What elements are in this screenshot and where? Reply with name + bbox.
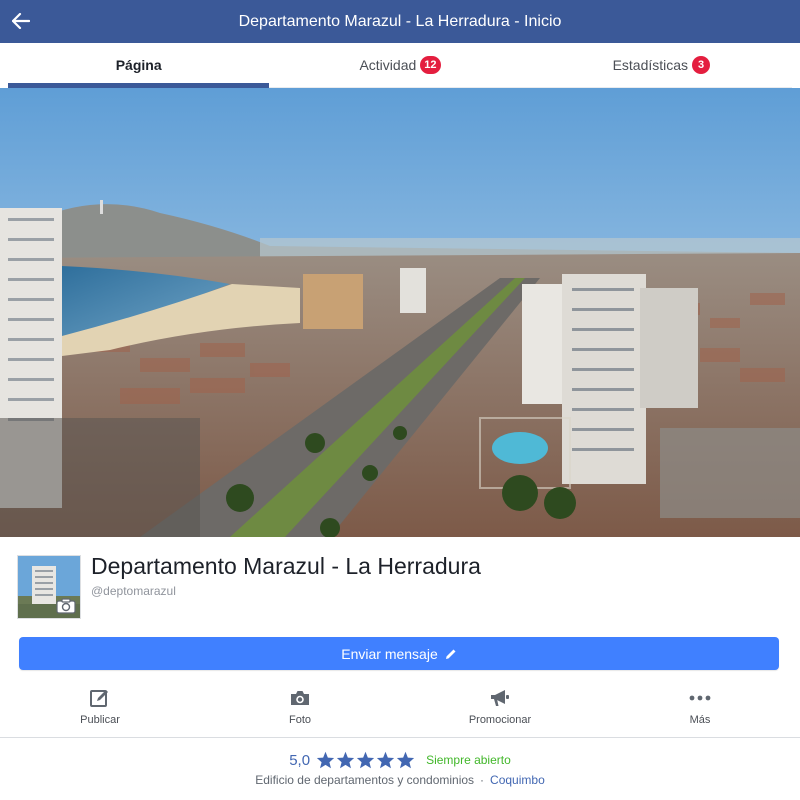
camera-icon: [291, 691, 309, 705]
publish-label: Publicar: [80, 714, 120, 726]
page-username[interactable]: @deptomarazul: [91, 584, 176, 598]
action-bar: Publicar Foto Promocionar Más: [0, 684, 800, 736]
publish-button[interactable]: Publicar: [0, 684, 200, 736]
tab-pagina[interactable]: Página: [8, 43, 270, 88]
top-bar: Departamento Marazul - La Herradura - In…: [0, 0, 800, 43]
tab-actividad[interactable]: Actividad 12: [269, 43, 530, 87]
promote-button[interactable]: Promocionar: [400, 684, 600, 736]
more-button[interactable]: Más: [600, 684, 800, 736]
star-icon: [396, 751, 415, 769]
separator: ·: [480, 773, 485, 787]
tab-label: Página: [115, 57, 162, 73]
open-status: Siempre abierto: [426, 753, 511, 767]
star-icon: [336, 751, 355, 769]
back-button[interactable]: [8, 8, 34, 34]
cover-photo-illustration: [0, 88, 800, 537]
star-icon: [376, 751, 395, 769]
more-icon: [689, 695, 711, 701]
send-message-label: Enviar mensaje: [341, 645, 438, 662]
notification-badge: 3: [692, 56, 711, 74]
photo-button[interactable]: Foto: [200, 684, 400, 736]
page-name: Departamento Marazul - La Herradura: [91, 553, 481, 579]
pencil-icon: [445, 649, 456, 659]
rating-row: 5,0 Siempre abierto: [0, 750, 800, 770]
page-city-link[interactable]: Coquimbo: [490, 773, 545, 787]
megaphone-icon: [491, 690, 509, 706]
star-icon: [316, 751, 335, 769]
promote-label: Promocionar: [468, 714, 532, 726]
divider: [0, 737, 800, 738]
notification-badge: 12: [420, 56, 441, 74]
tab-estadisticas[interactable]: Estadísticas 3: [531, 43, 792, 87]
rating-stars[interactable]: [316, 751, 416, 769]
cover-photo[interactable]: [0, 88, 800, 537]
edit-icon: [90, 690, 108, 707]
arrow-left-icon: [12, 13, 30, 29]
camera-icon[interactable]: [56, 598, 76, 614]
rating-value[interactable]: 5,0: [289, 752, 310, 769]
tab-label: Actividad: [359, 57, 417, 73]
tab-label: Estadísticas: [612, 57, 689, 73]
star-icon: [356, 751, 375, 769]
profile-picture[interactable]: [17, 555, 81, 619]
more-label: Más: [689, 714, 711, 726]
tab-bar: Página Actividad 12 Estadísticas 3: [8, 43, 792, 88]
page-title: Departamento Marazul - La Herradura - In…: [238, 12, 562, 30]
send-message-button[interactable]: Enviar mensaje: [19, 637, 779, 670]
category-row: Edificio de departamentos y condominios …: [0, 772, 800, 788]
photo-label: Foto: [288, 714, 311, 726]
page-category[interactable]: Edificio de departamentos y condominios: [255, 773, 474, 787]
